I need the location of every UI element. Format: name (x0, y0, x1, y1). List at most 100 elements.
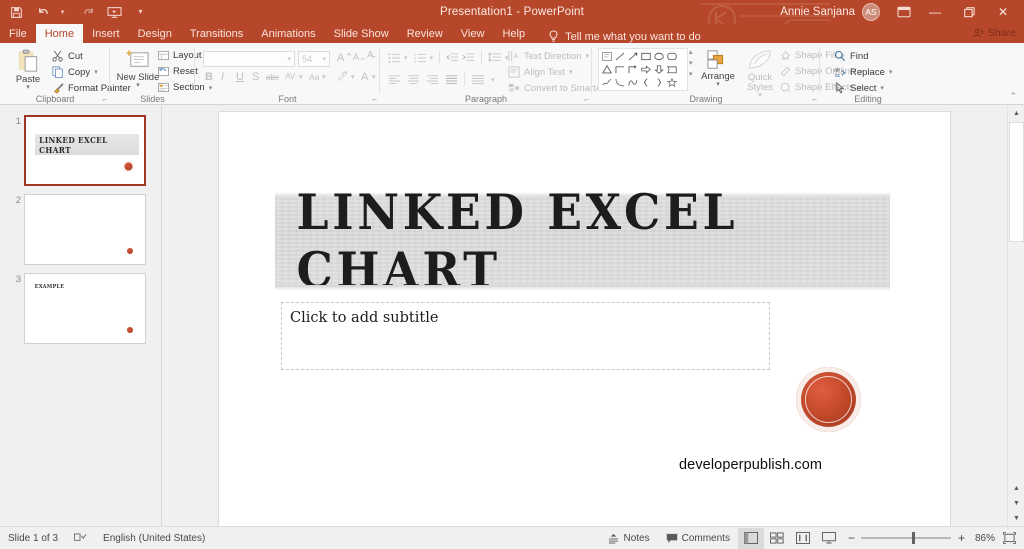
minimize-button[interactable]: — (918, 0, 952, 24)
shape-flowchart-icon[interactable] (665, 63, 678, 76)
fit-to-window-button[interactable] (998, 527, 1024, 549)
reading-view-button[interactable] (790, 528, 816, 549)
notes-button[interactable]: Notes (600, 527, 657, 549)
change-case-button[interactable]: Aa (309, 72, 319, 82)
vertical-scrollbar[interactable]: ▲ ▲ ▼ ▼ (1007, 106, 1024, 526)
shape-scribble-icon[interactable] (600, 76, 613, 89)
arrange-dropdown-arrow[interactable]: ▾ (716, 81, 720, 88)
chevron-down-icon[interactable]: ▾ (322, 55, 326, 63)
character-spacing-arrow[interactable]: ▾ (299, 73, 303, 81)
normal-view-button[interactable] (737, 527, 764, 549)
tab-animations[interactable]: Animations (252, 24, 324, 43)
arrange-button[interactable]: Arrange ▾ (697, 49, 739, 88)
increase-font-size-button[interactable]: A⌃ (337, 51, 354, 64)
tab-review[interactable]: Review (398, 24, 452, 43)
tab-slide-show[interactable]: Slide Show (325, 24, 398, 43)
select-button[interactable]: Select ▾ (834, 82, 884, 94)
reset-button[interactable]: Reset (158, 66, 198, 77)
scrollbar-thumb[interactable] (1009, 122, 1024, 242)
find-button[interactable]: Find (834, 50, 868, 62)
slide-sorter-button[interactable] (764, 528, 790, 549)
text-highlight-arrow[interactable]: ▾ (351, 73, 355, 81)
align-center-button[interactable] (407, 74, 420, 85)
font-color-button[interactable]: A (361, 71, 368, 83)
paste-button[interactable]: Paste ▾ (6, 49, 50, 91)
account-name[interactable]: Annie Sanjana (780, 6, 855, 18)
tab-view[interactable]: View (452, 24, 494, 43)
text-direction-arrow[interactable]: ▾ (586, 52, 590, 60)
slide-title[interactable]: LINKED EXCEL CHART (297, 183, 869, 299)
columns-button[interactable] (471, 74, 485, 85)
clipboard-dialog-launcher[interactable]: ⌐ (102, 95, 107, 104)
scroll-up-arrow-icon[interactable]: ▲ (1008, 106, 1024, 121)
slide-counter[interactable]: Slide 1 of 3 (0, 527, 66, 549)
clear-formatting-icon[interactable]: A̶ (367, 50, 374, 61)
tab-design[interactable]: Design (129, 24, 181, 43)
cut-button[interactable]: Cut (52, 50, 83, 62)
font-size-input[interactable]: 54 ▾ (298, 51, 330, 67)
tab-file[interactable]: File (0, 24, 36, 43)
slide-thumbnail-3[interactable]: EXAMPLE (24, 273, 146, 344)
collapse-ribbon-button[interactable]: ⌃ (1009, 91, 1017, 102)
slide-canvas[interactable]: LINKED EXCEL CHART Click to add subtitle… (219, 112, 950, 527)
tell-me-search[interactable]: Tell me what you want to do (534, 30, 701, 43)
align-left-button[interactable] (388, 74, 401, 85)
quick-styles-button[interactable]: Quick Styles ▾ (740, 49, 780, 99)
accessibility-icon[interactable] (66, 527, 95, 549)
text-direction-button[interactable]: A Text Direction ▾ (508, 50, 589, 62)
shapes-scroll-up-icon[interactable]: ▴ (689, 48, 693, 56)
font-name-input[interactable]: ▾ (203, 51, 295, 67)
slide-thumbnail-2[interactable] (24, 194, 146, 265)
share-control[interactable]: Share (973, 27, 1016, 39)
shape-star-icon[interactable] (665, 76, 678, 89)
increase-indent-button[interactable] (462, 52, 475, 64)
paste-dropdown-arrow[interactable]: ▾ (26, 84, 30, 91)
shapes-scroll-down-icon[interactable]: ▾ (689, 59, 693, 67)
replace-arrow[interactable]: ▾ (889, 68, 893, 76)
underline-button[interactable]: U (236, 71, 244, 83)
copy-dropdown-arrow[interactable]: ▾ (94, 68, 98, 76)
font-dialog-launcher[interactable]: ⌐ (372, 95, 377, 104)
numbering-button[interactable]: 123 (414, 52, 427, 64)
new-slide-button[interactable]: New Slide ▾ (116, 49, 160, 89)
font-color-arrow[interactable]: ▾ (372, 73, 376, 81)
slides-thumbnail-pane[interactable]: 1 LINKED EXCEL CHART 2 3 EXAMPLE (0, 106, 162, 526)
justify-button[interactable] (445, 74, 458, 85)
tab-home[interactable]: Home (35, 24, 84, 43)
close-button[interactable]: ✕ (986, 0, 1020, 24)
zoom-slider[interactable] (860, 532, 951, 544)
slideshow-button[interactable] (816, 528, 842, 549)
restore-button[interactable] (952, 0, 986, 24)
shape-left-brace-icon[interactable] (639, 76, 652, 89)
ribbon-display-options-icon[interactable] (890, 0, 918, 24)
subtitle-placeholder[interactable]: Click to add subtitle (281, 302, 770, 370)
shape-rounded-rect-icon[interactable] (665, 50, 678, 63)
shape-curve-icon[interactable] (613, 76, 626, 89)
tab-insert[interactable]: Insert (83, 24, 129, 43)
zoom-level[interactable]: 86% (972, 527, 998, 549)
new-slide-dropdown-arrow[interactable]: ▾ (136, 82, 140, 89)
shape-arrow-icon[interactable] (626, 50, 639, 63)
character-spacing-button[interactable]: AV (285, 72, 295, 81)
tab-help[interactable]: Help (493, 24, 534, 43)
avatar[interactable]: AS (862, 3, 880, 21)
decrease-indent-button[interactable] (446, 52, 459, 64)
strikethrough-button[interactable]: abc (266, 73, 279, 82)
text-highlight-color-icon[interactable]: 🖊 (337, 71, 348, 82)
shape-rectangle-icon[interactable] (639, 50, 652, 63)
select-arrow[interactable]: ▾ (880, 84, 884, 92)
shape-oval-icon[interactable] (652, 50, 665, 63)
tab-transitions[interactable]: Transitions (181, 24, 252, 43)
scroll-down-arrow-icon[interactable]: ▼ (1008, 511, 1024, 526)
italic-button[interactable]: I (221, 71, 224, 83)
align-right-button[interactable] (426, 74, 439, 85)
numbering-arrow[interactable]: ▾ (430, 54, 434, 62)
shape-textbox-icon[interactable] (600, 50, 613, 63)
line-spacing-button[interactable] (488, 52, 502, 64)
text-shadow-button[interactable]: S (252, 71, 259, 83)
align-text-button[interactable]: Align Text ▾ (508, 66, 573, 78)
shape-down-arrow-icon[interactable] (652, 63, 665, 76)
previous-slide-button[interactable]: ▲ (1008, 481, 1024, 496)
drawing-dialog-launcher[interactable]: ⌐ (812, 95, 817, 104)
shape-line-icon[interactable] (613, 50, 626, 63)
